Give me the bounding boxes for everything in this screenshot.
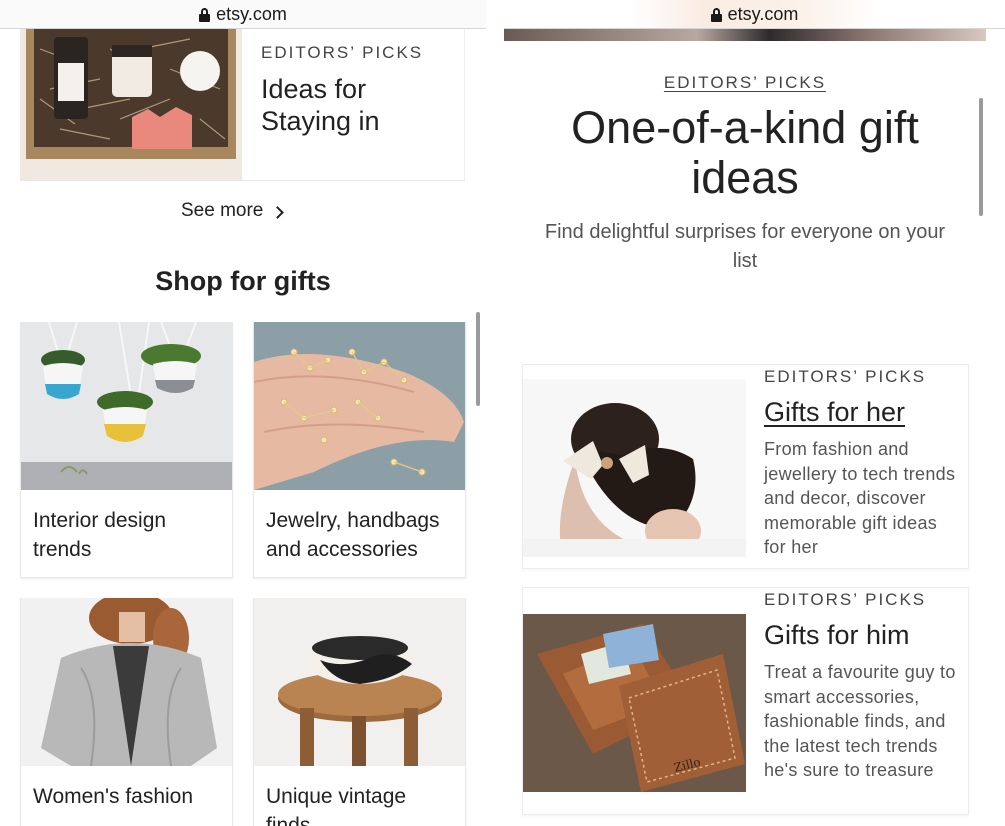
- hero-title: One-of-a-kind gift ideas: [571, 102, 919, 203]
- feature-title[interactable]: Ideas for Staying in: [261, 73, 461, 137]
- hero-image-strip: [504, 29, 986, 41]
- interior-design-image: [21, 322, 232, 490]
- see-more-label: See more: [181, 200, 264, 221]
- womens-fashion-image: [21, 598, 232, 766]
- right-scrollbar[interactable]: [979, 98, 983, 216]
- left-scrollbar[interactable]: [476, 312, 480, 406]
- feature-eyebrow: EDITORS’ PICKS: [261, 43, 424, 62]
- screen-divider: [486, 0, 504, 826]
- hero-eyebrow-link[interactable]: EDITORS’ PICKS: [504, 73, 986, 93]
- jewelry-image: [254, 322, 465, 490]
- card-label: Interior design trends: [33, 509, 167, 561]
- pick-description: From fashion and jewellery to tech trend…: [764, 439, 956, 557]
- address-bar[interactable]: etsy.com: [504, 0, 1005, 29]
- pick-title-link[interactable]: Gifts for him: [764, 618, 964, 652]
- feature-card-staying-in[interactable]: EDITORS’ PICKS Ideas for Staying in: [20, 29, 465, 181]
- gifts-for-him-text: EDITORS’ PICKS Gifts for him Treat a fav…: [764, 590, 964, 783]
- card-label: Women's fashion: [33, 785, 194, 808]
- gifts-for-her-image: [523, 379, 746, 557]
- gift-card-interior-design[interactable]: Interior design trends: [20, 322, 233, 578]
- see-more-link[interactable]: See more: [181, 200, 285, 222]
- lock-icon: [199, 8, 211, 22]
- right-screen: etsy.com EDITORS’ PICKS One-of-a-kind gi…: [504, 0, 1005, 826]
- section-title-shop-for-gifts: Shop for gifts: [155, 266, 331, 296]
- left-screen: etsy.com EDITORS’ PICKS Ideas for Stayin…: [0, 0, 486, 826]
- gift-card-vintage[interactable]: Unique vintage finds: [253, 598, 466, 826]
- feature-image: [20, 29, 242, 180]
- card-label: Unique vintage finds: [266, 785, 407, 826]
- url-text: etsy.com: [727, 3, 799, 24]
- pick-eyebrow: EDITORS’ PICKS: [764, 590, 927, 609]
- lock-icon: [710, 8, 722, 22]
- gift-card-womens-fashion[interactable]: Women's fashion: [20, 598, 233, 826]
- gifts-for-her-text: EDITORS’ PICKS Gifts for her From fashio…: [764, 367, 964, 560]
- url-text: etsy.com: [216, 3, 287, 24]
- gifts-for-him-image: Zillo: [523, 614, 746, 792]
- pick-card-gifts-for-her[interactable]: EDITORS’ PICKS Gifts for her From fashio…: [522, 364, 969, 569]
- chevron-right-icon: [271, 205, 285, 219]
- pick-description: Treat a favourite guy to smart accessori…: [764, 662, 956, 780]
- hero-subtitle: Find delightful surprises for everyone o…: [544, 221, 946, 272]
- pick-eyebrow: EDITORS’ PICKS: [764, 367, 927, 386]
- pick-title-link[interactable]: Gifts for her: [764, 395, 964, 429]
- pick-card-gifts-for-him[interactable]: Zillo EDITORS’ PICKS Gifts for him Treat…: [522, 587, 969, 815]
- vintage-image: [254, 598, 465, 766]
- feature-text: EDITORS’ PICKS Ideas for Staying in: [261, 43, 461, 137]
- address-bar[interactable]: etsy.com: [0, 0, 486, 29]
- gift-card-jewelry[interactable]: Jewelry, handbags and accessories: [253, 322, 466, 578]
- card-label: Jewelry, handbags and accessories: [266, 509, 440, 561]
